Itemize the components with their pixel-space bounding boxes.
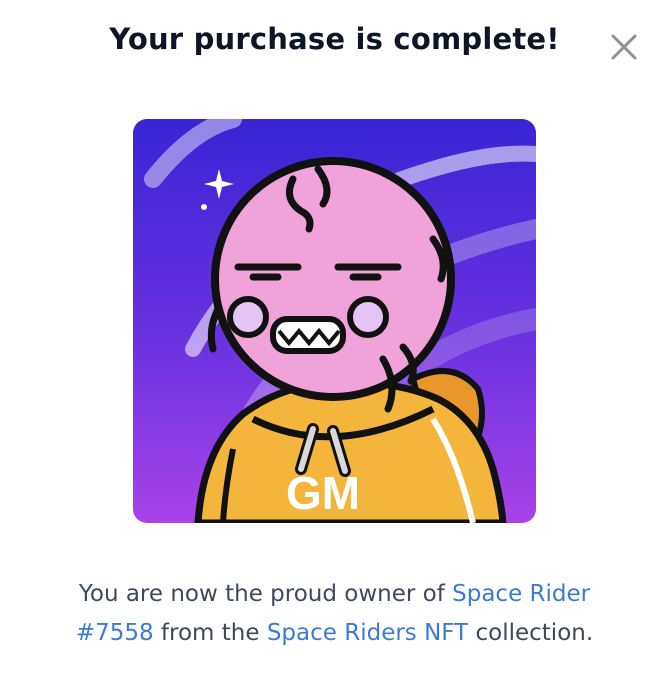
- modal-title: Your purchase is complete!: [109, 22, 560, 56]
- message-middle: from the: [153, 620, 267, 646]
- close-icon[interactable]: [607, 30, 641, 64]
- purchase-complete-modal: Your purchase is complete! GM You are no…: [0, 0, 669, 680]
- nft-image: GM: [133, 119, 536, 523]
- message-suffix: collection.: [468, 620, 594, 646]
- purchase-message: You are now the proud owner of Space Rid…: [20, 575, 649, 653]
- hoodie-gm-text: GM: [286, 467, 360, 519]
- message-prefix: You are now the proud owner of: [78, 581, 453, 607]
- collection-link[interactable]: Space Riders NFT: [267, 620, 468, 646]
